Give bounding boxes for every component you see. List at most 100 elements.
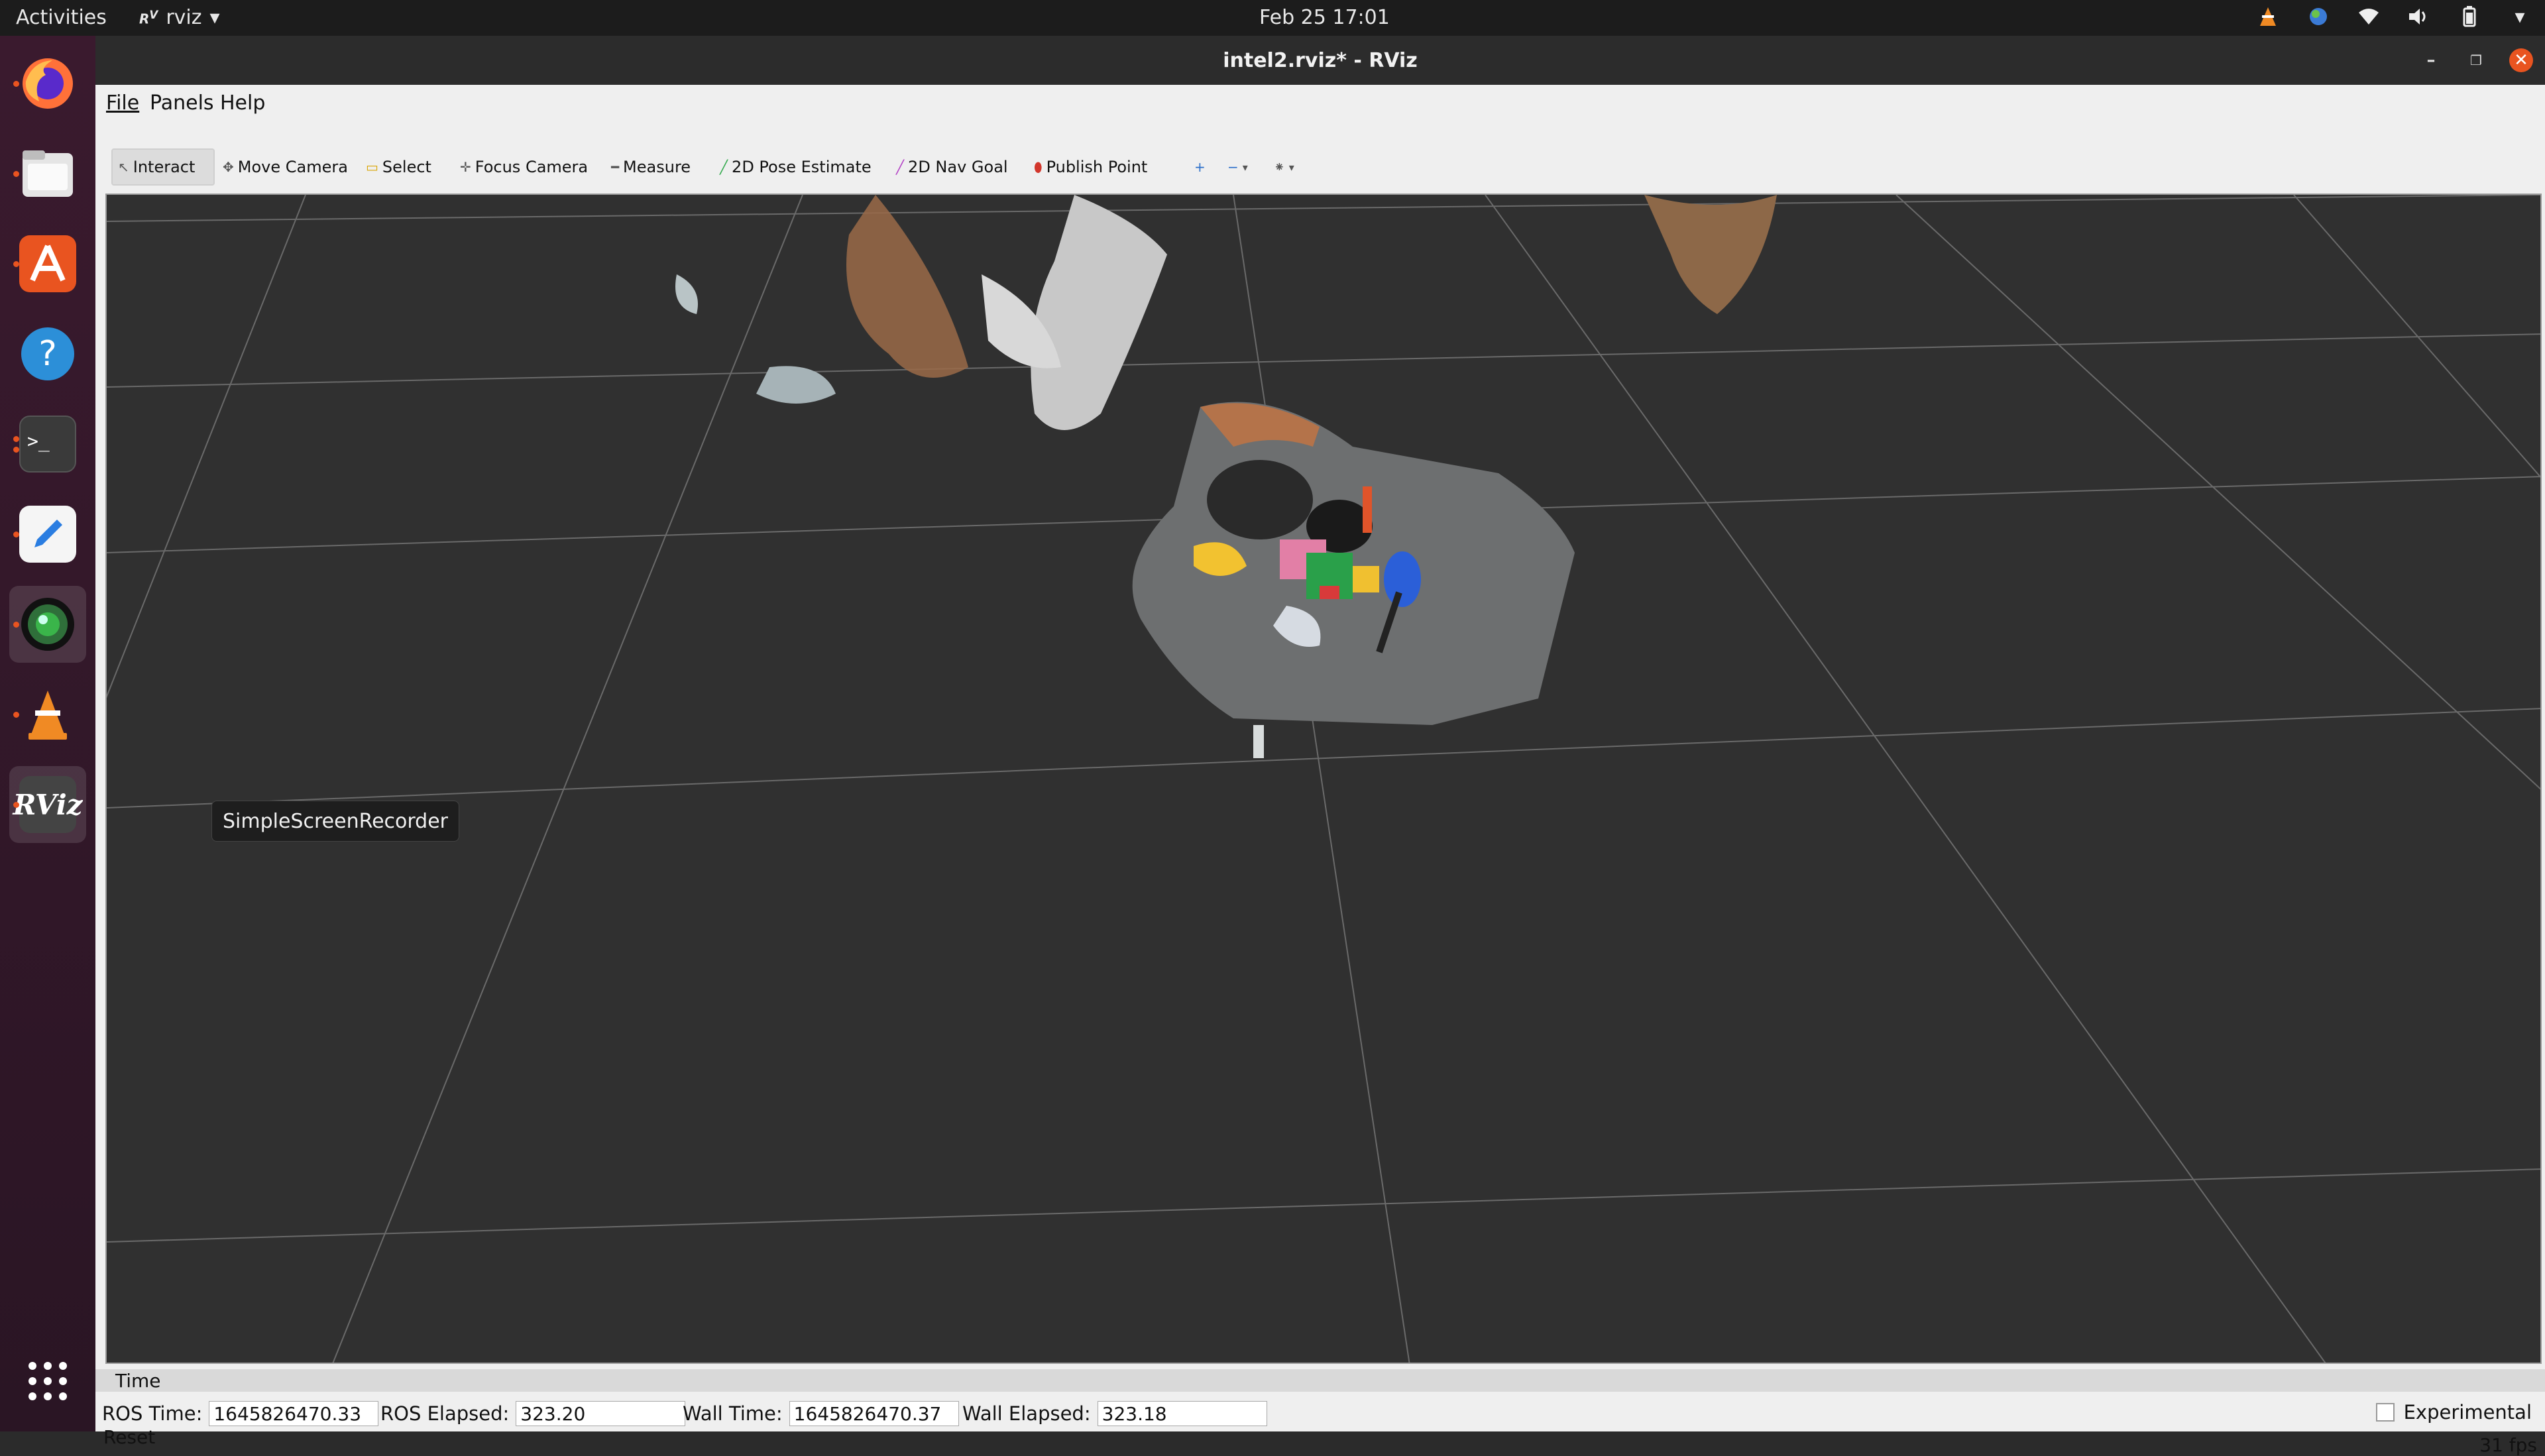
app-menu[interactable]: RV rviz ▾ [139,6,220,29]
svg-text:?: ? [38,334,57,374]
svg-text:>_: >_ [27,430,50,453]
dock-software[interactable] [9,225,86,302]
select-icon: ▭ [366,159,378,175]
show-apps-icon [19,1353,76,1410]
menu-panels[interactable]: Panels [150,91,214,115]
time-panel-header[interactable]: Time [95,1369,2545,1392]
ros-time-group: ROS Time: 1645826470.33 [102,1401,379,1426]
tool-focus-camera[interactable]: ✛ Focus Camera [455,148,593,186]
software-center-icon [19,235,76,292]
ros-time-label: ROS Time: [102,1402,203,1425]
remove-tool-button[interactable]: − ▾ [1222,148,1253,186]
minus-icon: − [1227,159,1239,175]
tool-bar: ↖ Interact ✥ Move Camera ▭ Select ✛ Focu… [95,119,2545,192]
dock-vlc[interactable] [9,676,86,753]
help-icon: ? [19,325,76,382]
menu-help[interactable]: Help [220,91,265,115]
dock-help[interactable]: ? [9,315,86,392]
wall-elapsed-label: Wall Elapsed: [962,1402,1091,1425]
point-cloud [675,195,1777,758]
volume-icon[interactable] [2407,5,2431,28]
tool-measure[interactable]: ━ Measure [606,148,696,186]
ros-elapsed-group: ROS Elapsed: 323.20 [380,1401,686,1426]
tool-label: 2D Pose Estimate [732,158,872,176]
tool-label: Move Camera [237,158,348,176]
viewport-scene [107,195,2540,1363]
color-globe-icon[interactable] [2306,5,2330,28]
battery-icon[interactable] [2458,5,2481,28]
experimental-label: Experimental [2403,1401,2532,1424]
experimental-checkbox[interactable] [2375,1403,2395,1422]
dock-files[interactable] [9,135,86,212]
tool-2d-nav-goal[interactable]: ╱ 2D Nav Goal [891,148,1013,186]
time-panel: Time ROS Time: 1645826470.33 ROS Elapsed… [95,1369,2545,1456]
tool-properties-button[interactable]: ⁕ ▾ [1269,148,1300,186]
tool-publish-point[interactable]: ⬮ Publish Point [1029,148,1153,186]
ros-elapsed-label: ROS Elapsed: [380,1402,510,1425]
ros-time-field[interactable]: 1645826470.33 [209,1401,379,1426]
tool-label: 2D Nav Goal [908,158,1008,176]
system-tray[interactable]: ▾ [2256,5,2532,28]
add-tool-button[interactable]: + [1189,148,1211,186]
chevron-down-icon: ▾ [1242,160,1248,174]
rviz-mini-icon: RV [139,8,158,27]
tool-move-camera[interactable]: ✥ Move Camera [217,148,353,186]
tool-2d-pose-estimate[interactable]: ╱ 2D Pose Estimate [714,148,877,186]
dock: ? >_ RViz [0,36,95,1431]
experimental-checkbox-group[interactable]: Experimental [2375,1401,2532,1424]
menu-bar: File Panels Help [95,85,2545,119]
dropdown-icon[interactable]: ▾ [2508,5,2532,28]
focus-camera-icon: ✛ [460,159,471,175]
running-indicator [13,712,19,718]
tool-label: Interact [133,158,196,176]
nav-goal-icon: ╱ [896,159,905,175]
minimize-button[interactable]: – [2419,48,2443,72]
app-menu-label: rviz [166,6,202,29]
time-panel-title: Time [115,1369,161,1392]
interact-icon: ↖ [118,159,129,175]
dock-terminal[interactable]: >_ [9,406,86,482]
screen-recorder-icon [19,596,76,653]
files-icon [19,145,76,202]
dock-tooltip: SimpleScreenRecorder [211,801,460,842]
menu-file[interactable]: File [106,91,139,115]
vlc-tray-icon[interactable] [2256,5,2280,28]
chevron-down-icon: ▾ [209,6,220,29]
tool-label: Measure [623,158,691,176]
clock[interactable]: Feb 25 17:01 [1259,6,1390,29]
tool-label: Focus Camera [475,158,589,176]
ros-elapsed-field[interactable]: 323.20 [516,1401,686,1426]
running-indicator [13,171,19,177]
3d-viewport[interactable]: SimpleScreenRecorder [105,194,2542,1364]
running-indicator [13,622,19,628]
reset-button[interactable]: Reset [103,1426,155,1448]
wall-time-field[interactable]: 1645826470.37 [789,1401,959,1426]
top-bar: Activities RV rviz ▾ Feb 25 17:01 ▾ [0,0,2545,36]
fps-counter: 31 fps [2479,1434,2537,1456]
rviz-icon: RViz [13,776,83,833]
rviz-icon-label: RViz [13,788,83,821]
tool-select[interactable]: ▭ Select [361,148,437,186]
running-indicator [13,802,19,808]
dock-firefox[interactable] [9,45,86,122]
firefox-icon [19,55,76,112]
tool-interact[interactable]: ↖ Interact [111,148,215,186]
show-apps-button[interactable] [9,1343,86,1420]
close-button[interactable]: ✕ [2509,48,2533,72]
dock-text-editor[interactable] [9,496,86,573]
running-indicator [13,532,19,537]
wall-elapsed-field[interactable]: 323.18 [1097,1401,1267,1426]
activities-button[interactable]: Activities [16,6,107,29]
wall-elapsed-group: Wall Elapsed: 323.18 [962,1401,1267,1426]
wifi-icon[interactable] [2357,5,2381,28]
restore-button[interactable]: ❐ [2464,48,2488,72]
window-title: intel2.rviz* - RViz [1223,49,1418,72]
chevron-down-icon: ▾ [1288,160,1294,174]
pose-estimate-icon: ╱ [720,159,728,175]
running-indicator [13,436,19,442]
window-titlebar[interactable]: intel2.rviz* - RViz – ❐ ✕ [95,36,2545,85]
wall-time-label: Wall Time: [683,1402,783,1425]
move-camera-icon: ✥ [223,159,234,175]
dock-rviz[interactable]: RViz [9,766,86,843]
dock-screen-recorder[interactable] [9,586,86,663]
